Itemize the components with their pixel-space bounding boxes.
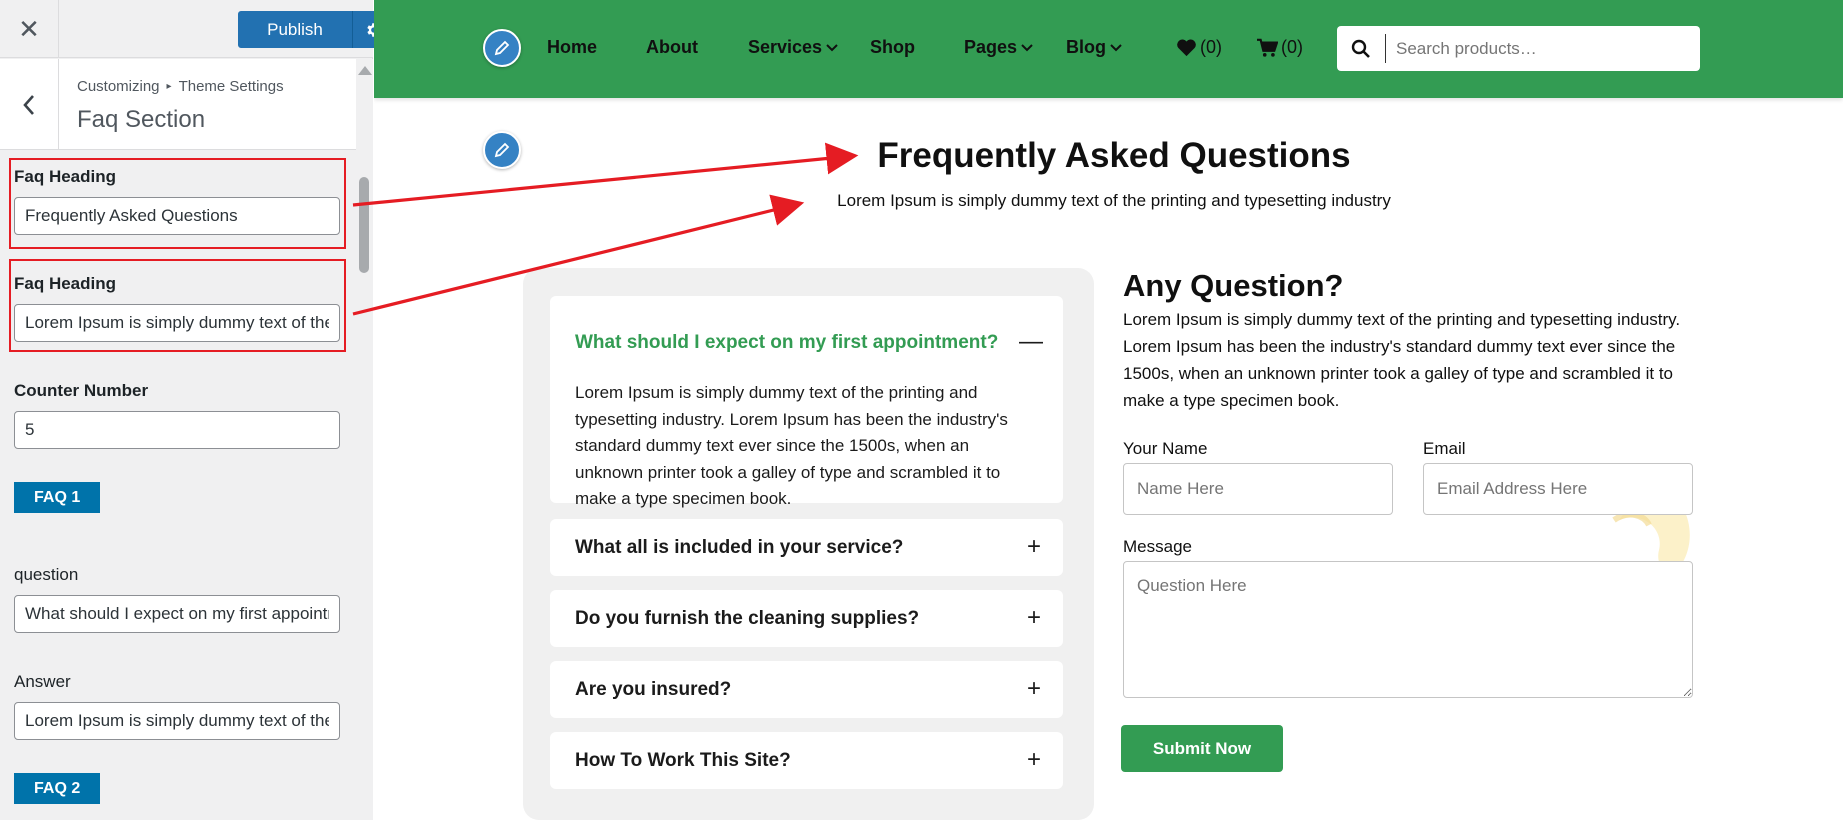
accordion-item[interactable]: Are you insured? + [550, 661, 1063, 718]
scrollbar-thumb[interactable] [359, 177, 369, 273]
sidebar-scrollbar[interactable] [356, 59, 373, 820]
faq-title: Frequently Asked Questions [877, 136, 1351, 175]
section-header: Customizing ▸ Theme Settings Faq Section [0, 59, 356, 150]
counter-number-input[interactable] [14, 411, 340, 449]
faq-heading-input[interactable] [14, 197, 340, 235]
publish-group: Publish [238, 11, 392, 48]
faq1-tag: FAQ 1 [14, 482, 101, 513]
accordion-question: What all is included in your service? [575, 537, 904, 558]
chevron-down-icon [1021, 43, 1033, 51]
nav-pages-label: Pages [964, 37, 1018, 57]
search-icon [1351, 39, 1370, 58]
nav-about[interactable]: About [646, 37, 698, 58]
section-title: Faq Section [77, 106, 206, 133]
pencil-icon [494, 142, 510, 158]
heart-icon [1177, 39, 1196, 57]
plus-icon: + [1026, 533, 1041, 560]
breadcrumb: Customizing ▸ Theme Settings [77, 78, 284, 95]
customizer-sidebar: ✕ Publish Customizing ▸ Theme Settings F… [0, 0, 392, 820]
faq-accordion: What should I expect on my first appoint… [523, 268, 1094, 820]
name-label: Your Name [1123, 439, 1208, 458]
answer-label: Answer [14, 672, 71, 691]
breadcrumb-separator-icon: ▸ [166, 81, 172, 92]
customizer-topbar: ✕ Publish [0, 0, 392, 58]
site-navbar: Home About Services Shop Pages Blog (0) … [374, 0, 1843, 98]
counter-number-label: Counter Number [14, 381, 149, 400]
question-input[interactable] [14, 595, 340, 633]
cart-count: (0) [1281, 37, 1303, 57]
nav-services-label: Services [748, 37, 823, 57]
plus-icon: + [1026, 675, 1041, 702]
submit-button[interactable]: Submit Now [1121, 725, 1283, 772]
search-button[interactable] [1337, 26, 1385, 71]
message-textarea[interactable] [1123, 561, 1693, 698]
accordion-item[interactable]: What all is included in your service? + [550, 519, 1063, 576]
wishlist-link[interactable]: (0) [1176, 37, 1222, 58]
faq-subheading-input[interactable] [14, 304, 340, 342]
accordion-item-open[interactable]: What should I expect on my first appoint… [550, 296, 1063, 508]
back-button[interactable] [0, 59, 59, 150]
contact-title: Any Question? [1123, 268, 1344, 303]
accordion-question: How To Work This Site? [575, 750, 791, 771]
faq2-tag: FAQ 2 [14, 773, 101, 804]
question-label: question [14, 565, 79, 584]
cart-icon [1257, 38, 1278, 57]
plus-icon: + [1026, 746, 1041, 773]
chevron-down-icon [1110, 43, 1122, 51]
message-label: Message [1123, 537, 1192, 556]
wishlist-count: (0) [1200, 37, 1222, 57]
customizer-screen: ✕ Publish Customizing ▸ Theme Settings F… [0, 0, 1843, 820]
accordion-item[interactable]: Do you furnish the cleaning supplies? + [550, 590, 1063, 647]
close-customizer-button[interactable]: ✕ [0, 0, 59, 58]
product-search [1337, 26, 1700, 71]
search-input[interactable] [1386, 38, 1686, 59]
pencil-icon [494, 40, 510, 56]
accordion-item[interactable]: How To Work This Site? + [550, 732, 1063, 789]
breadcrumb-root: Customizing [77, 78, 160, 95]
edit-faq-shortcut[interactable] [483, 131, 521, 169]
chevron-down-icon [826, 43, 838, 51]
email-input[interactable] [1423, 463, 1693, 515]
faq-subtitle: Lorem Ipsum is simply dummy text of the … [837, 191, 1391, 210]
contact-text: Lorem Ipsum is simply dummy text of the … [1123, 310, 1681, 410]
edit-menu-shortcut[interactable] [483, 29, 521, 67]
nav-services[interactable]: Services [748, 37, 838, 58]
nav-blog[interactable]: Blog [1066, 37, 1122, 58]
accordion-question: Do you furnish the cleaning supplies? [575, 608, 920, 629]
faq-heading-label: Faq Heading [14, 167, 117, 186]
cart-link[interactable]: (0) [1256, 37, 1303, 58]
nav-pages[interactable]: Pages [964, 37, 1033, 58]
close-icon: ✕ [18, 13, 40, 44]
answer-input[interactable] [14, 702, 340, 740]
site-preview: Home About Services Shop Pages Blog (0) … [374, 0, 1843, 820]
publish-button[interactable]: Publish [238, 11, 352, 48]
nav-home-label: Home [547, 37, 598, 57]
minus-icon: — [1019, 328, 1043, 355]
scroll-up-arrow-icon[interactable] [358, 66, 372, 75]
nav-shop-label: Shop [870, 37, 915, 57]
nav-shop[interactable]: Shop [870, 37, 915, 58]
accordion-question: What should I expect on my first appoint… [575, 332, 999, 353]
plus-icon: + [1026, 604, 1041, 631]
accordion-answer: Lorem Ipsum is simply dummy text of the … [575, 383, 1008, 508]
accordion-question: Are you insured? [575, 679, 732, 700]
faq-subheading-label: Faq Heading [14, 274, 117, 293]
nav-blog-label: Blog [1066, 37, 1106, 57]
nav-about-label: About [646, 37, 698, 57]
name-input[interactable] [1123, 463, 1393, 515]
nav-home[interactable]: Home [547, 37, 597, 58]
breadcrumb-parent: Theme Settings [178, 78, 284, 95]
email-label: Email [1423, 439, 1466, 458]
chevron-left-icon [23, 94, 34, 115]
